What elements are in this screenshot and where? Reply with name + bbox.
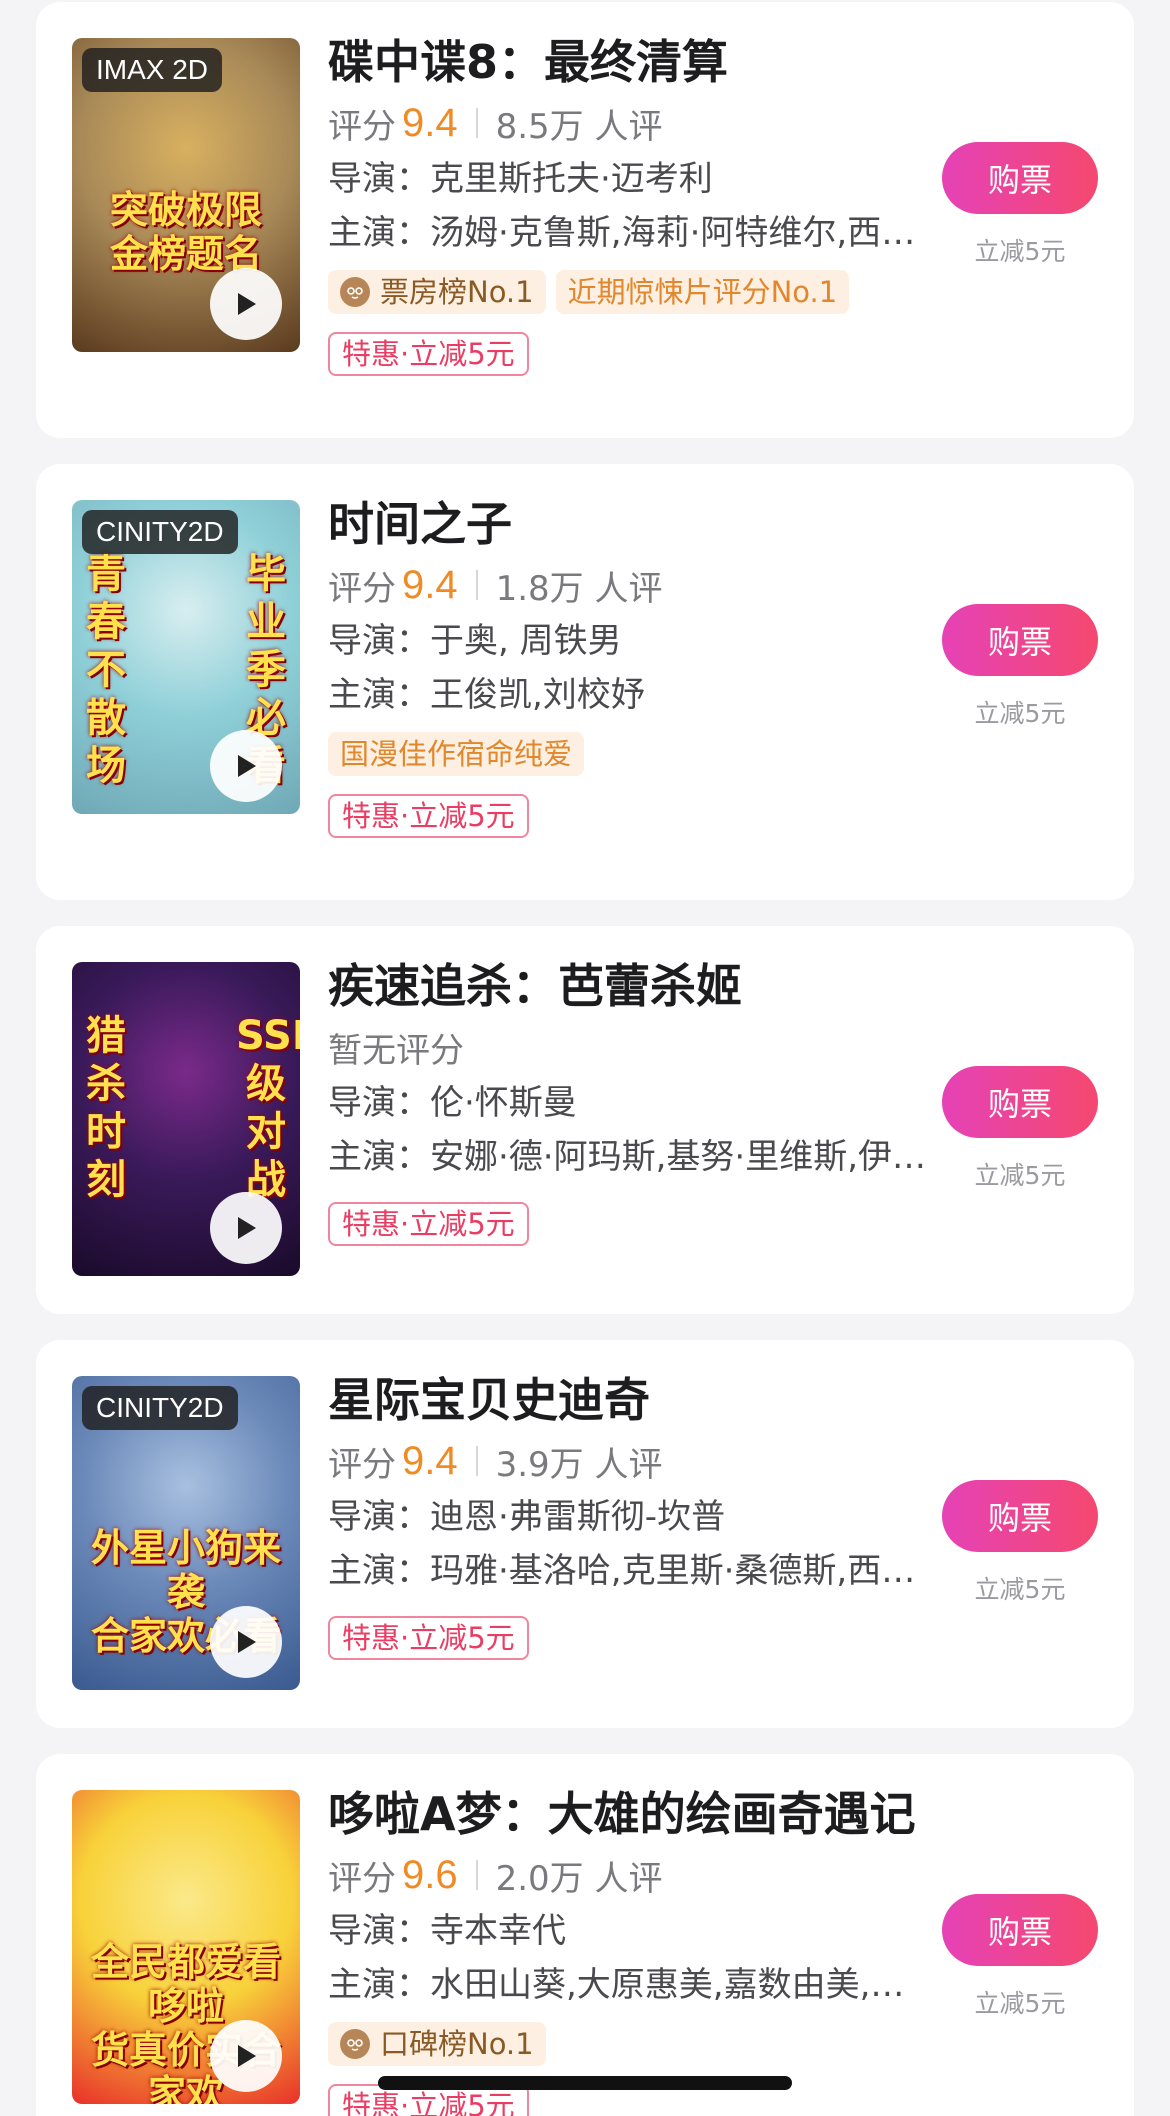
rating-divider [475, 1860, 478, 1890]
movie-card[interactable]: 突破极限 金榜题名 IMAX 2D 碟中谍8：最终清算评分 9.4 8.5万 人评导演：… [36, 2, 1134, 438]
rating-divider [475, 108, 478, 138]
movie-director: 导演：迪恩·弗雷斯彻-坎普 [328, 1497, 726, 1537]
rank-face-icon [340, 277, 370, 307]
movie-title[interactable]: 疾速追杀：芭蕾杀姬 [328, 954, 928, 1018]
play-icon [238, 293, 256, 315]
buy-discount-note: 立减5元 [974, 237, 1066, 266]
format-badge: CINITY2D [82, 1386, 238, 1430]
poster-caption: 猎杀时刻 [86, 1013, 126, 1203]
movie-cast: 主演：安娜·德·阿玛斯,基努·里维斯,伊恩·麦柯肖恩 [328, 1137, 928, 1177]
movie-tag-label: 国漫佳作宿命纯爱 [340, 737, 573, 771]
play-icon [238, 2045, 256, 2067]
buy-ticket-button[interactable]: 购票 [942, 1894, 1098, 1966]
promo-badge: 特惠·立减5元 [328, 1202, 529, 1246]
movie-director: 导演：寺本幸代 [328, 1911, 566, 1951]
movie-poster[interactable]: 外星小狗来袭 合家欢必看 CINITY2D [72, 1376, 300, 1690]
review-count: 8.5万 人评 [495, 106, 663, 147]
rating-score: 9.4 [402, 562, 458, 607]
movie-cast: 主演：汤姆·克鲁斯,海莉·阿特维尔,西蒙·佩吉 [328, 213, 928, 253]
no-rating-label: 暂无评分 [328, 1030, 464, 1071]
movie-poster[interactable]: 猎杀时刻 SSR级对战 [72, 962, 300, 1276]
movie-card[interactable]: 青春不散场毕业季必看CINITY2D 时间之子评分9.4 1.8万 人评导演：于奥,… [36, 464, 1134, 900]
play-trailer-button[interactable] [210, 268, 282, 340]
rating-label: 评分 [328, 1444, 396, 1485]
movie-card[interactable]: 全民都爱看哆啦 货真价实合家欢 哆啦A梦：大雄的绘画奇遇记评分 9.6 2.0万 人评… [36, 1754, 1134, 2116]
review-count: 2.0万 人评 [495, 1858, 663, 1899]
rating-score: 9.6 [402, 1852, 458, 1897]
rating-row: 评分 9.4 8.5万 人评 [328, 94, 928, 152]
movie-cast: 主演：玛雅·基洛哈,克里斯·桑德斯,西德妮·阿古东 [328, 1551, 928, 1591]
rating-row: 暂无评分 [328, 1018, 928, 1076]
play-trailer-button[interactable] [210, 730, 282, 802]
buy-discount-note: 立减5元 [974, 699, 1066, 728]
rating-divider [475, 1446, 478, 1476]
buy-discount-note: 立减5元 [974, 1989, 1066, 2018]
movie-cast: 主演：王俊凯,刘校妤 [328, 675, 645, 715]
movie-title[interactable]: 碟中谍8：最终清算 [328, 30, 928, 94]
movie-title[interactable]: 哆啦A梦：大雄的绘画奇遇记 [328, 1782, 928, 1846]
play-trailer-button[interactable] [210, 1192, 282, 1264]
home-indicator [378, 2076, 792, 2090]
play-icon [238, 1631, 256, 1653]
movie-tags: 口碑榜No.1 [328, 2022, 928, 2066]
movie-director: 导演：伦·怀斯曼 [328, 1083, 577, 1123]
promo-badge: 特惠·立减5元 [328, 332, 529, 376]
poster-caption: 突破极限 金榜题名 [109, 188, 262, 276]
rating-label: 评分 [328, 568, 396, 609]
rating-label: 评分 [328, 106, 396, 147]
movie-tag: 票房榜No.1 [328, 270, 546, 314]
play-trailer-button[interactable] [210, 2020, 282, 2092]
promo-badge: 特惠·立减5元 [328, 794, 529, 838]
format-badge: CINITY2D [82, 510, 238, 554]
movie-director: 导演：克里斯托夫·迈考利 [328, 159, 713, 199]
rating-divider [475, 570, 478, 600]
buy-ticket-button[interactable]: 购票 [942, 142, 1098, 214]
play-icon [238, 1217, 256, 1239]
buy-ticket-button[interactable]: 购票 [942, 1480, 1098, 1552]
movie-info: 时间之子评分 9.4 1.8万 人评导演：于奥, 周铁男 主演：王俊凯,刘校妤国漫佳作… [328, 492, 928, 838]
buy-discount-note: 立减5元 [974, 1161, 1066, 1190]
movie-director: 导演：于奥, 周铁男 [328, 621, 622, 661]
movie-card[interactable]: 猎杀时刻 SSR级对战疾速追杀：芭蕾杀姬暂无评分导演：伦·怀斯曼主演：安娜·德·阿… [36, 926, 1134, 1314]
movie-tag: 近期惊悚片评分No.1 [555, 270, 850, 314]
rating-row: 评分 9.4 3.9万 人评 [328, 1432, 928, 1490]
rank-face-icon [340, 2029, 370, 2059]
review-count: 1.8万 人评 [495, 568, 663, 609]
promo-badge: 特惠·立减5元 [328, 1616, 529, 1660]
rating-row: 评分 9.4 1.8万 人评 [328, 556, 928, 614]
rating-score: 9.4 [402, 1438, 458, 1483]
rating-row: 评分 9.6 2.0万 人评 [328, 1846, 928, 1904]
movie-info: 碟中谍8：最终清算评分 9.4 8.5万 人评导演：克里斯托夫·迈考利主演：汤姆·克… [328, 30, 928, 376]
play-trailer-button[interactable] [210, 1606, 282, 1678]
movie-title[interactable]: 时间之子 [328, 492, 928, 556]
movie-title[interactable]: 星际宝贝史迪奇 [328, 1368, 928, 1432]
buy-discount-note: 立减5元 [974, 1575, 1066, 1604]
movie-card[interactable]: 外星小狗来袭 合家欢必看 CINITY2D 星际宝贝史迪奇评分 9.4 3.9万 人评导… [36, 1340, 1134, 1728]
buy-ticket-button[interactable]: 购票 [942, 1066, 1098, 1138]
movie-tag: 国漫佳作宿命纯爱 [328, 732, 585, 776]
movie-tag-label: 近期惊悚片评分No.1 [567, 275, 838, 309]
poster-caption: 青春不散场 [86, 551, 126, 789]
review-count: 3.9万 人评 [495, 1444, 663, 1485]
movie-info: 疾速追杀：芭蕾杀姬暂无评分导演：伦·怀斯曼主演：安娜·德·阿玛斯,基努·里维斯,… [328, 954, 928, 1246]
movie-tags: 票房榜No.1 近期惊悚片评分No.1 [328, 270, 928, 314]
movie-tag-label: 票房榜No.1 [380, 275, 534, 309]
play-icon [238, 755, 256, 777]
movie-poster[interactable]: 青春不散场毕业季必看CINITY2D [72, 500, 300, 814]
movie-tag: 口碑榜No.1 [328, 2022, 546, 2066]
poster-caption-right: SSR级对战 [236, 1013, 300, 1203]
movie-tag-label: 口碑榜No.1 [380, 2027, 534, 2061]
movie-poster[interactable]: 突破极限 金榜题名 IMAX 2D [72, 38, 300, 352]
rating-label: 评分 [328, 1858, 396, 1899]
movie-poster[interactable]: 全民都爱看哆啦 货真价实合家欢 [72, 1790, 300, 2104]
movie-tags: 国漫佳作宿命纯爱 [328, 732, 928, 776]
movie-info: 星际宝贝史迪奇评分 9.4 3.9万 人评导演：迪恩·弗雷斯彻-坎普主演：玛雅·基洛… [328, 1368, 928, 1660]
buy-ticket-button[interactable]: 购票 [942, 604, 1098, 676]
movie-info: 哆啦A梦：大雄的绘画奇遇记评分 9.6 2.0万 人评导演：寺本幸代主演：水田山葵,… [328, 1782, 928, 2116]
format-badge: IMAX 2D [82, 48, 223, 92]
movie-cast: 主演：水田山葵,大原惠美,嘉数由美,关智一 [328, 1965, 928, 2005]
rating-score: 9.4 [402, 100, 458, 145]
